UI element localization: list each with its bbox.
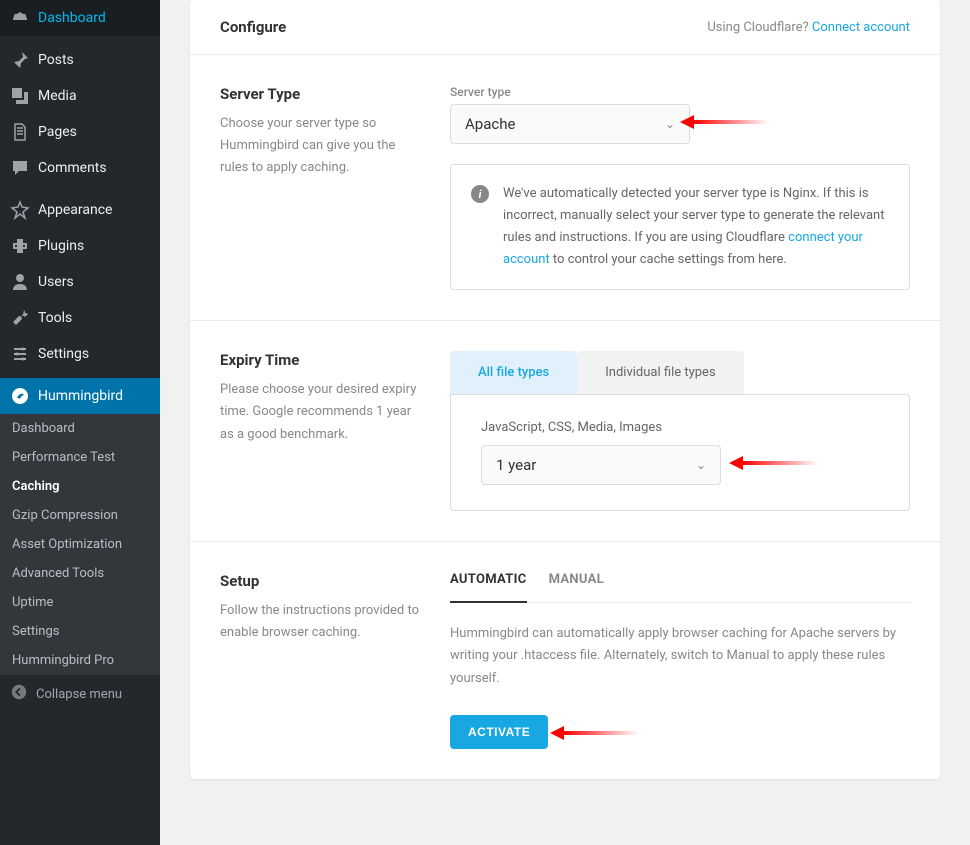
server-type-select[interactable]: Apache ⌄ (450, 104, 690, 144)
server-type-desc: Choose your server type so Hummingbird c… (220, 113, 420, 179)
notice-text: We've automatically detected your server… (503, 183, 889, 271)
server-type-selected: Apache (465, 115, 515, 133)
expiry-tabs: All file types Individual file types (450, 351, 910, 394)
collapse-icon (10, 683, 28, 705)
submenu-pro[interactable]: Hummingbird Pro (0, 646, 160, 675)
menu-label: Comments (38, 160, 107, 176)
server-type-field-label: Server type (450, 85, 910, 99)
subtab-automatic[interactable]: AUTOMATIC (450, 572, 527, 603)
submenu-advanced[interactable]: Advanced Tools (0, 559, 160, 588)
admin-sidebar: Dashboard Posts Media Pages Comments App… (0, 0, 160, 845)
expiry-select[interactable]: 1 year ⌄ (481, 445, 721, 485)
users-icon (10, 272, 30, 292)
submenu-uptime[interactable]: Uptime (0, 588, 160, 617)
submenu-asset-opt[interactable]: Asset Optimization (0, 530, 160, 559)
menu-users[interactable]: Users (0, 264, 160, 300)
appearance-icon (10, 200, 30, 220)
main-content: Configure Using Cloudflare? Connect acco… (160, 0, 970, 845)
setup-subtabs: AUTOMATIC MANUAL (450, 572, 910, 603)
menu-hummingbird[interactable]: Hummingbird (0, 378, 160, 414)
menu-label: Media (38, 88, 77, 104)
expiry-selected: 1 year (496, 456, 536, 474)
activate-button[interactable]: ACTIVATE (450, 715, 548, 749)
server-detect-notice: i We've automatically detected your serv… (450, 164, 910, 290)
submenu-performance[interactable]: Performance Test (0, 443, 160, 472)
server-type-section: Server Type Choose your server type so H… (190, 55, 940, 321)
setup-body: Hummingbird can automatically apply brow… (450, 623, 910, 689)
pin-icon (10, 50, 30, 70)
expiry-title: Expiry Time (220, 351, 420, 369)
menu-settings[interactable]: Settings (0, 336, 160, 372)
submenu-settings[interactable]: Settings (0, 617, 160, 646)
server-type-title: Server Type (220, 85, 420, 103)
chevron-down-icon: ⌄ (696, 458, 706, 472)
menu-label: Dashboard (38, 10, 106, 26)
submenu-caching[interactable]: Caching (0, 472, 160, 501)
menu-tools[interactable]: Tools (0, 300, 160, 336)
chevron-down-icon: ⌄ (665, 117, 675, 131)
submenu-dashboard[interactable]: Dashboard (0, 414, 160, 443)
pages-icon (10, 122, 30, 142)
tools-icon (10, 308, 30, 328)
card-title: Configure (220, 18, 286, 36)
dashboard-icon (10, 8, 30, 28)
menu-label: Users (38, 274, 74, 290)
info-icon: i (471, 185, 489, 203)
menu-pages[interactable]: Pages (0, 114, 160, 150)
collapse-label: Collapse menu (36, 687, 122, 702)
media-icon (10, 86, 30, 106)
menu-label: Appearance (38, 202, 112, 218)
expiry-field-label: JavaScript, CSS, Media, Images (481, 420, 879, 435)
menu-plugins[interactable]: Plugins (0, 228, 160, 264)
menu-dashboard[interactable]: Dashboard (0, 0, 160, 36)
menu-label: Settings (38, 346, 89, 362)
annotation-arrow (729, 456, 818, 470)
expiry-tab-content: JavaScript, CSS, Media, Images 1 year ⌄ (450, 394, 910, 511)
menu-media[interactable]: Media (0, 78, 160, 114)
setup-title: Setup (220, 572, 420, 590)
expiry-section: Expiry Time Please choose your desired e… (190, 321, 940, 542)
annotation-arrow (680, 115, 769, 129)
menu-comments[interactable]: Comments (0, 150, 160, 186)
tab-all-file-types[interactable]: All file types (450, 351, 577, 394)
settings-icon (10, 344, 30, 364)
plugins-icon (10, 236, 30, 256)
card-header: Configure Using Cloudflare? Connect acco… (190, 0, 940, 55)
cloudflare-prompt: Using Cloudflare? Connect account (707, 20, 910, 35)
submenu-gzip[interactable]: Gzip Compression (0, 501, 160, 530)
annotation-arrow (550, 726, 639, 740)
menu-label: Posts (38, 52, 74, 68)
comments-icon (10, 158, 30, 178)
setup-section: Setup Follow the instructions provided t… (190, 542, 940, 778)
menu-label: Plugins (38, 238, 84, 254)
menu-label: Pages (38, 124, 77, 140)
expiry-desc: Please choose your desired expiry time. … (220, 379, 420, 445)
cloudflare-connect-link[interactable]: Connect account (812, 20, 910, 35)
menu-posts[interactable]: Posts (0, 42, 160, 78)
hummingbird-icon (10, 386, 30, 406)
menu-label: Tools (38, 310, 72, 326)
subtab-manual[interactable]: MANUAL (549, 572, 604, 602)
tab-individual-file-types[interactable]: Individual file types (577, 351, 743, 394)
menu-label: Hummingbird (38, 388, 123, 404)
menu-appearance[interactable]: Appearance (0, 192, 160, 228)
collapse-menu[interactable]: Collapse menu (0, 675, 160, 713)
setup-desc: Follow the instructions provided to enab… (220, 600, 420, 644)
hummingbird-submenu: Dashboard Performance Test Caching Gzip … (0, 414, 160, 675)
